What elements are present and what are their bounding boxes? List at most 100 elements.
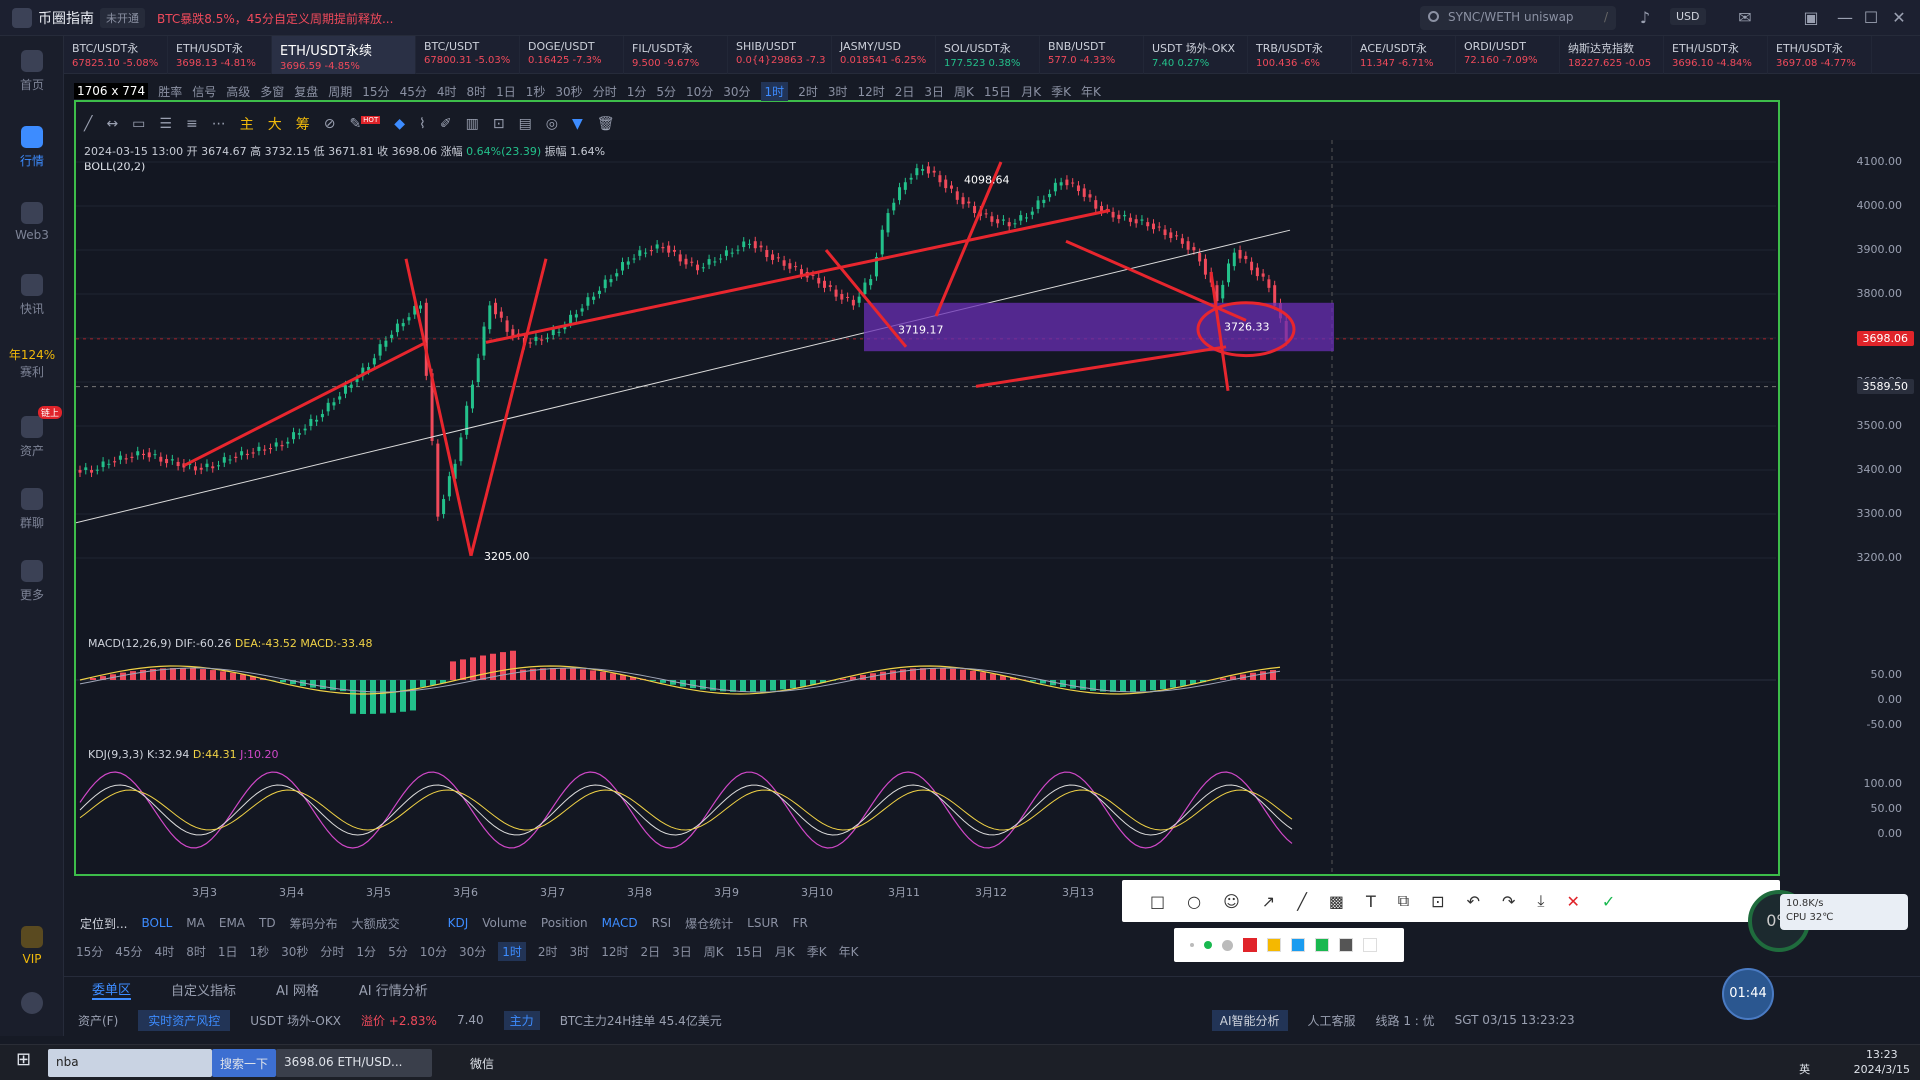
net-monitor[interactable]: 10.8K/s CPU 32℃ [1780, 894, 1908, 930]
ime-indicator[interactable]: 英 [1799, 1063, 1810, 1076]
candle-tool-icon[interactable]: ▥ [466, 116, 479, 132]
bottom-tab[interactable]: AI 行情分析 [359, 980, 428, 999]
period-option[interactable]: 1秒 [526, 83, 546, 100]
subscription-status[interactable]: 未开通 [100, 8, 145, 28]
ticker-tab[interactable]: ORDI/USDT 72.160 -7.09% [1456, 36, 1560, 74]
period-option[interactable]: 1时 [760, 81, 789, 101]
main-indicator[interactable]: TD [259, 916, 276, 930]
timer-badge[interactable]: 01:44 [1722, 968, 1774, 1020]
nav-more[interactable]: 更多 [0, 560, 64, 603]
color-swatch[interactable] [1339, 938, 1353, 952]
main-indicator[interactable]: 筹码分布 [290, 915, 338, 932]
period-option[interactable]: 45分 [115, 943, 142, 960]
toolbar-item[interactable]: 复盘 [294, 83, 318, 100]
period-option[interactable]: 10分 [420, 943, 447, 960]
news-ticker[interactable]: BTC暴跌8.5%，45分自定义周期提前释放... [157, 10, 393, 27]
sub-indicator[interactable]: 爆仓统计 [685, 915, 733, 932]
nav-news[interactable]: 快讯 [0, 274, 64, 317]
rect-tool-icon[interactable]: ▭ [132, 116, 145, 132]
period-option[interactable]: 30分 [459, 943, 486, 960]
main-indicator[interactable]: EMA [219, 916, 245, 930]
sub-indicator[interactable]: Volume [482, 916, 527, 930]
price-plot[interactable]: 4098.64 3205.00 3719.17 3726.33 [76, 140, 1778, 874]
support-button[interactable]: 人工客服 [1308, 1012, 1356, 1029]
toolbar-item[interactable]: 周期 [328, 83, 352, 100]
period-option[interactable]: 5分 [656, 83, 676, 100]
price-axis[interactable]: 4100.004000.003900.003800.003700.003600.… [1780, 140, 1920, 880]
nav-home[interactable]: 首页 [0, 50, 64, 93]
nav-vip[interactable]: VIP [0, 926, 64, 966]
period-option[interactable]: 3日 [672, 943, 692, 960]
system-tray[interactable]: 英 13:23 2024/3/15 [1799, 1047, 1910, 1077]
nav-assets[interactable]: 资产 链上 [0, 406, 64, 459]
draw-label-big[interactable]: 大 [268, 114, 282, 134]
period-option[interactable]: 15分 [76, 943, 103, 960]
fib-tool-icon[interactable]: ≡ [186, 116, 198, 132]
mosaic-icon[interactable]: ▩ [1329, 892, 1344, 911]
period-option[interactable]: 3时 [570, 943, 590, 960]
ticker-tab[interactable]: BNB/USDT 577.0 -4.33% [1040, 36, 1144, 74]
period-option[interactable]: 8时 [186, 943, 206, 960]
period-option[interactable]: 10分 [686, 83, 713, 100]
color-swatch[interactable] [1291, 938, 1305, 952]
window-icon[interactable]: ▣ [1802, 9, 1820, 27]
period-option[interactable]: 15分 [362, 83, 389, 100]
toolbar-item[interactable]: 胜率 [158, 83, 182, 100]
period-option[interactable]: 30分 [723, 83, 750, 100]
period-option[interactable]: 3时 [828, 83, 848, 100]
period-option[interactable]: 季K [1051, 83, 1071, 100]
period-option[interactable]: 2日 [640, 943, 660, 960]
arrow-icon[interactable]: ↗ [1262, 892, 1275, 911]
line-status[interactable]: 线路 1 : 优 [1376, 1012, 1435, 1029]
hline-tool-icon[interactable]: ↔ [106, 116, 118, 132]
period-option[interactable]: 月K [1021, 83, 1041, 100]
toolbar-item[interactable]: 高级 [226, 83, 250, 100]
ticker-tab[interactable]: FIL/USDT永 9.500 -9.67% [624, 36, 728, 74]
main-indicator[interactable]: 大额成交 [352, 915, 400, 932]
period-option[interactable]: 分时 [320, 943, 344, 960]
ticker-tab[interactable]: ACE/USDT永 11.347 -6.71% [1352, 36, 1456, 74]
size-small[interactable] [1190, 943, 1194, 947]
brush-tool-icon[interactable]: ✎ HOT [349, 116, 381, 132]
bottom-tab[interactable]: AI 网格 [276, 980, 319, 999]
bookmark-tool-icon[interactable]: ◆ [394, 116, 405, 132]
otc-pair[interactable]: USDT 场外-OKX [250, 1012, 341, 1029]
size-large[interactable] [1222, 939, 1233, 951]
period-option[interactable]: 1日 [496, 83, 516, 100]
period-option[interactable]: 季K [807, 943, 827, 960]
minimize-icon[interactable]: — [1836, 9, 1854, 27]
color-swatch[interactable] [1267, 938, 1281, 952]
taskbar-app-wechat[interactable]: 微信 [442, 1049, 586, 1077]
toolbar-item[interactable]: 多窗 [260, 83, 284, 100]
period-option[interactable]: 12时 [857, 83, 884, 100]
kdj-label[interactable]: KDJ(9,3,3) K:32.94 D:44.31 J:10.20 [88, 748, 279, 761]
circle-icon[interactable]: ○ [1187, 892, 1201, 911]
ticker-tab[interactable]: DOGE/USDT 0.16425 -7.3% [520, 36, 624, 74]
bell-icon[interactable]: ♪ [1636, 9, 1654, 27]
color-swatch[interactable] [1243, 938, 1257, 952]
mail-icon[interactable]: ✉ [1736, 9, 1754, 27]
indicator-tool-icon[interactable]: ⊘ [324, 116, 336, 132]
period-option[interactable]: 5分 [388, 943, 408, 960]
channel-tool-icon[interactable]: ☰ [159, 116, 172, 132]
main-indicator[interactable]: BOLL [141, 916, 172, 930]
period-option[interactable]: 2日 [895, 83, 915, 100]
toolbar-item[interactable]: 信号 [192, 83, 216, 100]
emoji-icon[interactable]: ☺ [1223, 892, 1240, 911]
sub-indicator[interactable]: FR [793, 916, 808, 930]
close-icon[interactable]: ✕ [1890, 9, 1908, 27]
line-tool-icon[interactable]: ╱ [84, 116, 92, 132]
windows-start-icon[interactable]: ⊞ [12, 1049, 35, 1077]
bottom-tab[interactable]: 自定义指标 [171, 980, 236, 999]
ticker-tab[interactable]: BTC/USDT永 67825.10 -5.08% [64, 36, 168, 74]
period-option[interactable]: 15日 [736, 943, 763, 960]
undo-icon[interactable]: ↶ [1467, 892, 1480, 911]
taskbar-app-chart[interactable]: 3698.06 ETH/USD... [276, 1049, 432, 1077]
sub-indicator[interactable]: Position [541, 916, 588, 930]
copy-icon[interactable]: ⧉ [1398, 891, 1409, 911]
period-option[interactable]: 45分 [400, 83, 427, 100]
maximize-icon[interactable]: ☐ [1862, 9, 1880, 27]
ticker-tab[interactable]: TRB/USDT永 100.436 -6% [1248, 36, 1352, 74]
ruler-tool-icon[interactable]: ⌇ [419, 116, 426, 132]
taskbar-search[interactable]: nba [48, 1049, 212, 1077]
